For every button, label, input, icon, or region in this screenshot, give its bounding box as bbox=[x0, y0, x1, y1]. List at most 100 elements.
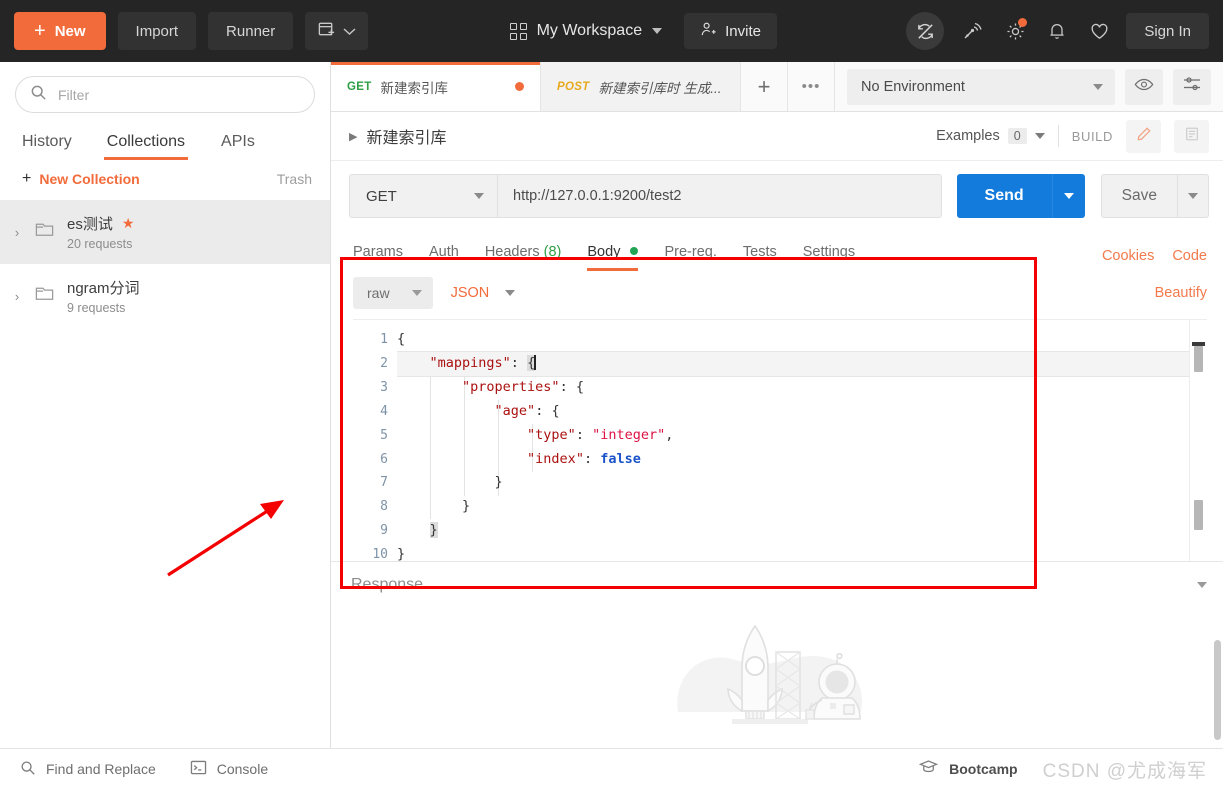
sidebar: History Collections APIs + New Collectio… bbox=[0, 62, 331, 748]
request-tab-1[interactable]: GET 新建索引库 bbox=[331, 62, 541, 111]
invite-button[interactable]: Invite bbox=[684, 13, 777, 49]
expand-arrow-icon[interactable]: ▶ bbox=[349, 130, 357, 143]
code-line-2: "mappings": { bbox=[397, 351, 1189, 376]
bell-icon[interactable] bbox=[1044, 18, 1070, 44]
new-window-button[interactable] bbox=[305, 12, 369, 50]
collection-request-count: 20 requests bbox=[67, 237, 133, 251]
environment-selector[interactable]: No Environment bbox=[847, 68, 1115, 105]
chevron-down-icon bbox=[1093, 83, 1103, 90]
tab-prerequest[interactable]: Pre-req. bbox=[664, 241, 716, 271]
editor-scrollbar[interactable] bbox=[1189, 320, 1207, 561]
code-link[interactable]: Code bbox=[1172, 248, 1207, 264]
pencil-icon bbox=[1136, 126, 1152, 147]
line-number: 9 bbox=[380, 523, 388, 539]
new-button-label: New bbox=[54, 22, 86, 40]
tab-body-label: Body bbox=[587, 244, 621, 260]
method-selector[interactable]: GET bbox=[349, 174, 497, 218]
code-line-4: "age": { bbox=[494, 402, 560, 419]
sidebar-tab-collections[interactable]: Collections bbox=[103, 127, 189, 160]
bootcamp-label[interactable]: Bootcamp bbox=[949, 761, 1017, 777]
sidebar-tab-history[interactable]: History bbox=[22, 127, 72, 160]
trash-button[interactable]: Trash bbox=[277, 171, 312, 187]
code-line-10: } bbox=[397, 546, 406, 561]
import-button[interactable]: Import bbox=[117, 12, 197, 50]
find-and-replace-button[interactable]: Find and Replace bbox=[20, 760, 156, 779]
beautify-button[interactable]: Beautify bbox=[1155, 285, 1207, 301]
new-collection-button[interactable]: + New Collection bbox=[22, 170, 140, 188]
save-options-button[interactable] bbox=[1177, 174, 1209, 218]
new-tab-button[interactable]: + bbox=[741, 62, 788, 111]
tab-options-button[interactable]: ••• bbox=[788, 62, 835, 111]
editor-scroll-thumb-2[interactable] bbox=[1194, 500, 1203, 530]
line-number: 5 bbox=[380, 427, 388, 443]
send-options-button[interactable] bbox=[1051, 174, 1085, 218]
editor-scroll-thumb[interactable] bbox=[1194, 346, 1203, 372]
console-icon bbox=[190, 760, 207, 778]
tab-settings[interactable]: Settings bbox=[803, 241, 855, 271]
chevron-right-icon[interactable]: › bbox=[12, 289, 22, 304]
examples-button[interactable]: Examples 0 bbox=[936, 128, 1045, 144]
build-label[interactable]: BUILD bbox=[1072, 129, 1113, 144]
request-tab-2[interactable]: POST 新建索引库时 生成... bbox=[541, 62, 741, 111]
environment-area: No Environment bbox=[835, 62, 1223, 111]
sign-in-label: Sign In bbox=[1144, 22, 1192, 40]
tab-auth[interactable]: Auth bbox=[429, 241, 459, 271]
tab-title: 新建索引库 bbox=[380, 80, 449, 96]
body-present-dot-icon bbox=[630, 247, 639, 255]
edit-request-button[interactable] bbox=[1126, 119, 1161, 153]
app-body: History Collections APIs + New Collectio… bbox=[0, 62, 1223, 748]
tab-params[interactable]: Params bbox=[353, 241, 403, 271]
heart-icon[interactable] bbox=[1086, 18, 1112, 44]
tab-body[interactable]: Body bbox=[587, 241, 639, 271]
send-button[interactable]: Send bbox=[956, 174, 1052, 218]
send-group: Send bbox=[956, 174, 1085, 218]
chevron-down-icon bbox=[1034, 133, 1045, 139]
chevron-down-icon[interactable] bbox=[1197, 582, 1207, 588]
page-title: 新建索引库 bbox=[366, 130, 447, 147]
sign-in-button[interactable]: Sign In bbox=[1126, 13, 1210, 49]
line-number: 7 bbox=[380, 475, 388, 491]
main-panel: GET 新建索引库 POST 新建索引库时 生成... + ••• No Env… bbox=[331, 62, 1223, 748]
collection-name-row: ngram分词 bbox=[67, 277, 140, 298]
list-item[interactable]: › ngram分词 9 requests bbox=[0, 264, 330, 328]
tab-tests[interactable]: Tests bbox=[743, 241, 777, 271]
line-number: 3 bbox=[380, 379, 388, 395]
list-item[interactable]: › es测试 ★ 20 requests bbox=[0, 200, 330, 264]
body-format-selector[interactable]: JSON bbox=[451, 285, 516, 301]
chevron-down-icon bbox=[411, 290, 422, 296]
sidebar-tab-apis[interactable]: APIs bbox=[221, 127, 255, 160]
chevron-down-icon bbox=[652, 28, 663, 34]
top-toolbar: + New Import Runner My Workspace Invite … bbox=[0, 0, 1223, 62]
runner-button[interactable]: Runner bbox=[208, 12, 294, 50]
console-button[interactable]: Console bbox=[190, 760, 268, 778]
collection-name: es测试 bbox=[67, 216, 113, 233]
filter-box[interactable] bbox=[15, 76, 315, 113]
save-button[interactable]: Save bbox=[1100, 174, 1177, 218]
line-number: 1 bbox=[380, 332, 388, 347]
search-input[interactable] bbox=[58, 86, 300, 103]
tab-method: POST bbox=[557, 80, 590, 93]
sync-off-icon[interactable] bbox=[906, 12, 945, 50]
environment-quick-look-button[interactable] bbox=[1125, 68, 1163, 105]
page-scrollbar-thumb[interactable] bbox=[1214, 640, 1221, 740]
antenna-icon[interactable] bbox=[960, 18, 986, 44]
chevron-right-icon[interactable]: › bbox=[12, 225, 22, 240]
response-header: Response bbox=[331, 562, 1223, 602]
comment-button[interactable] bbox=[1174, 119, 1209, 153]
collections-actions: + New Collection Trash bbox=[0, 160, 330, 200]
editor-code-area[interactable]: { "mappings": { "properties": { "age": {… bbox=[397, 320, 1189, 561]
gear-icon[interactable] bbox=[1002, 18, 1028, 44]
body-editor[interactable]: 1 2 3 4 5 6 7 8 9 10 {"mappings": {"pr… bbox=[353, 319, 1207, 562]
url-input[interactable] bbox=[497, 174, 942, 218]
code-line-1: { bbox=[397, 331, 406, 347]
request-links: Cookies Code bbox=[1102, 248, 1207, 264]
collection-request-count: 9 requests bbox=[67, 301, 126, 315]
body-format-label: JSON bbox=[450, 285, 490, 301]
tab-headers[interactable]: Headers (8) bbox=[485, 241, 562, 271]
body-mode-selector[interactable]: raw bbox=[353, 277, 433, 309]
new-button[interactable]: + New bbox=[14, 12, 106, 50]
workspace-selector[interactable]: My Workspace bbox=[509, 22, 663, 40]
cookies-link[interactable]: Cookies bbox=[1102, 248, 1154, 264]
environment-settings-button[interactable] bbox=[1173, 68, 1211, 105]
unsaved-indicator bbox=[515, 82, 524, 91]
